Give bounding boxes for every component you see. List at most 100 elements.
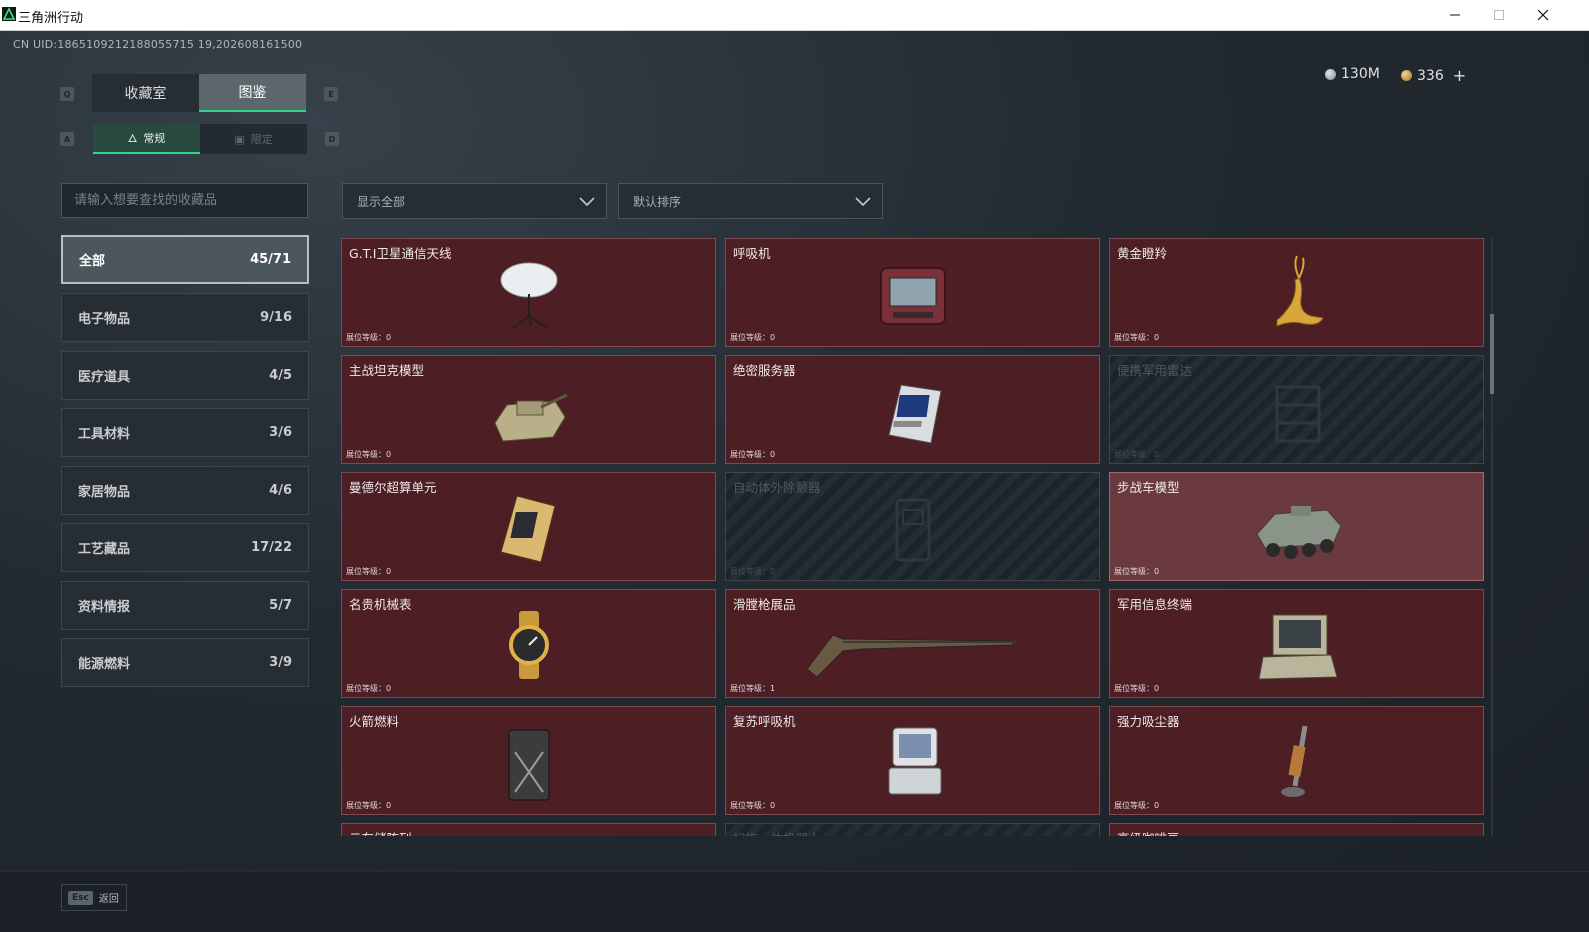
- item-card[interactable]: 云存储阵列: [341, 823, 716, 836]
- back-label: 返回: [98, 894, 119, 905]
- item-level: 展位等级：0: [346, 333, 392, 342]
- item-card[interactable]: 自动体外除颤器 展位等级：0: [725, 472, 1100, 581]
- item-name: G.T.I卫星通信天线: [349, 246, 452, 261]
- item-name: 绝密服务器: [733, 363, 796, 378]
- vacuum-icon: [1247, 722, 1347, 802]
- item-card[interactable]: 名贵机械表 展位等级：0: [341, 589, 716, 698]
- server-icon: [863, 371, 963, 451]
- add-currency-button[interactable]: +: [1453, 66, 1466, 85]
- category-label: 电子物品: [78, 312, 131, 327]
- category-count: 3/9: [269, 655, 292, 670]
- item-card[interactable]: 绝密服务器 展位等级：0: [725, 355, 1100, 464]
- resuscitator-icon: [863, 722, 963, 802]
- display-filter-value: 显示全部: [357, 194, 406, 209]
- category-fuel[interactable]: 能源燃料 3/9: [61, 638, 309, 687]
- category-count: 9/16: [260, 310, 292, 325]
- category-label: 能源燃料: [78, 657, 131, 672]
- category-count: 3/6: [269, 425, 292, 440]
- maximize-icon: [1494, 10, 1504, 20]
- sort-dropdown[interactable]: 默认排序: [618, 183, 883, 219]
- field-terminal-icon: [1247, 605, 1347, 685]
- item-card[interactable]: 曼德尔超算单元 展位等级：0: [341, 472, 716, 581]
- item-name: 扫拖一体机器人: [733, 828, 821, 836]
- category-medical[interactable]: 医疗道具 4/5: [61, 351, 309, 400]
- gold-amount: 336: [1417, 67, 1444, 84]
- item-card[interactable]: 强力吸尘器 展位等级：0: [1109, 706, 1484, 815]
- category-tools[interactable]: 工具材料 3/6: [61, 408, 309, 457]
- category-all[interactable]: 全部 45/71: [61, 235, 309, 284]
- category-count: 5/7: [269, 598, 292, 613]
- item-level: 展位等级：0: [346, 684, 392, 693]
- currency-gold: 336 +: [1401, 66, 1466, 85]
- close-button[interactable]: [1521, 0, 1565, 30]
- category-count: 4/5: [269, 368, 292, 383]
- collection-grid: G.T.I卫星通信天线 展位等级：0 呼吸机 展位等级：0 黄金瞪羚 展位等级：…: [341, 238, 1486, 836]
- silver-amount: 130M: [1341, 66, 1380, 82]
- image-icon: ▣: [234, 132, 245, 146]
- musket-icon: [803, 605, 1023, 685]
- tab-collection-room[interactable]: 收藏室: [92, 74, 199, 112]
- category-count: 45/71: [250, 252, 291, 267]
- item-name: 强力吸尘器: [1117, 714, 1180, 729]
- item-card[interactable]: 黄金瞪羚 展位等级：0: [1109, 238, 1484, 347]
- item-card[interactable]: G.T.I卫星通信天线 展位等级：0: [341, 238, 716, 347]
- minimize-button[interactable]: [1433, 0, 1477, 30]
- wristwatch-icon: [479, 605, 579, 685]
- item-card[interactable]: 火箭燃料 展位等级：0: [341, 706, 716, 815]
- item-name: 复苏呼吸机: [733, 714, 796, 729]
- item-card[interactable]: 高级咖啡豆: [1109, 823, 1484, 836]
- category-electronics[interactable]: 电子物品 9/16: [61, 293, 309, 342]
- defibrillator-icon: [863, 488, 963, 568]
- subtab-regular[interactable]: 🜂 常规: [93, 124, 200, 154]
- item-card[interactable]: 主战坦克模型 展位等级：0: [341, 355, 716, 464]
- item-level: 展位等级：0: [346, 801, 392, 810]
- item-name: 高级咖啡豆: [1117, 828, 1180, 836]
- back-button[interactable]: Esc 返回: [61, 884, 127, 911]
- chevron-down-icon: [579, 197, 595, 207]
- subtab-limited-label: 限定: [250, 133, 273, 146]
- tank-model-icon: [479, 371, 579, 451]
- player-uid: CN UID:1865109212188055715 19,2026081615…: [13, 38, 303, 51]
- category-crafts[interactable]: 工艺藏品 17/22: [61, 523, 309, 572]
- item-name: 火箭燃料: [349, 714, 400, 729]
- item-level: 展位等级：0: [346, 567, 392, 576]
- category-label: 工艺藏品: [78, 542, 131, 557]
- ifv-model-icon: [1247, 488, 1347, 568]
- item-name: 自动体外除颤器: [733, 480, 821, 495]
- item-name: 名贵机械表: [349, 597, 412, 612]
- item-level: 展位等级：0: [730, 450, 776, 459]
- item-name: 便携军用雷达: [1117, 363, 1193, 378]
- search-input[interactable]: [62, 184, 307, 217]
- close-icon: [1537, 9, 1549, 21]
- sort-value: 默认排序: [633, 194, 682, 209]
- esc-keycap: Esc: [68, 890, 93, 905]
- subtab-regular-label: 常规: [143, 132, 166, 145]
- category-label: 家居物品: [78, 485, 131, 500]
- item-card[interactable]: 军用信息终端 展位等级：0: [1109, 589, 1484, 698]
- item-card[interactable]: 呼吸机 展位等级：0: [725, 238, 1100, 347]
- hotkey-q: Q: [60, 87, 74, 101]
- satellite-dish-icon: [479, 254, 579, 334]
- tab-codex[interactable]: 图鉴: [199, 74, 306, 112]
- item-level: 展位等级：0: [730, 567, 776, 576]
- category-household[interactable]: 家居物品 4/6: [61, 466, 309, 515]
- game-viewport: CN UID:1865109212188055715 19,2026081615…: [0, 31, 1589, 932]
- item-level: 展位等级：0: [1114, 333, 1160, 342]
- search-box[interactable]: [61, 183, 308, 218]
- item-card[interactable]: 便携军用雷达 展位等级：0: [1109, 355, 1484, 464]
- window-titlebar: 三角洲行动: [0, 0, 1589, 31]
- hotkey-e: E: [324, 87, 338, 101]
- display-filter-dropdown[interactable]: 显示全部: [342, 183, 607, 219]
- hotkey-a: A: [60, 132, 74, 146]
- item-card[interactable]: 滑膛枪展品 展位等级：1: [725, 589, 1100, 698]
- ventilator-icon: [863, 254, 963, 334]
- category-intel[interactable]: 资料情报 5/7: [61, 581, 309, 630]
- scrollbar-thumb[interactable]: [1490, 314, 1494, 394]
- subtab-limited[interactable]: ▣ 限定: [200, 124, 307, 154]
- item-card[interactable]: 步战车模型 展位等级：0: [1109, 472, 1484, 581]
- item-level: 展位等级：0: [1114, 801, 1160, 810]
- item-card[interactable]: 复苏呼吸机 展位等级：0: [725, 706, 1100, 815]
- item-level: 展位等级：0: [1114, 567, 1160, 576]
- item-card[interactable]: 扫拖一体机器人: [725, 823, 1100, 836]
- maximize-button[interactable]: [1477, 0, 1521, 30]
